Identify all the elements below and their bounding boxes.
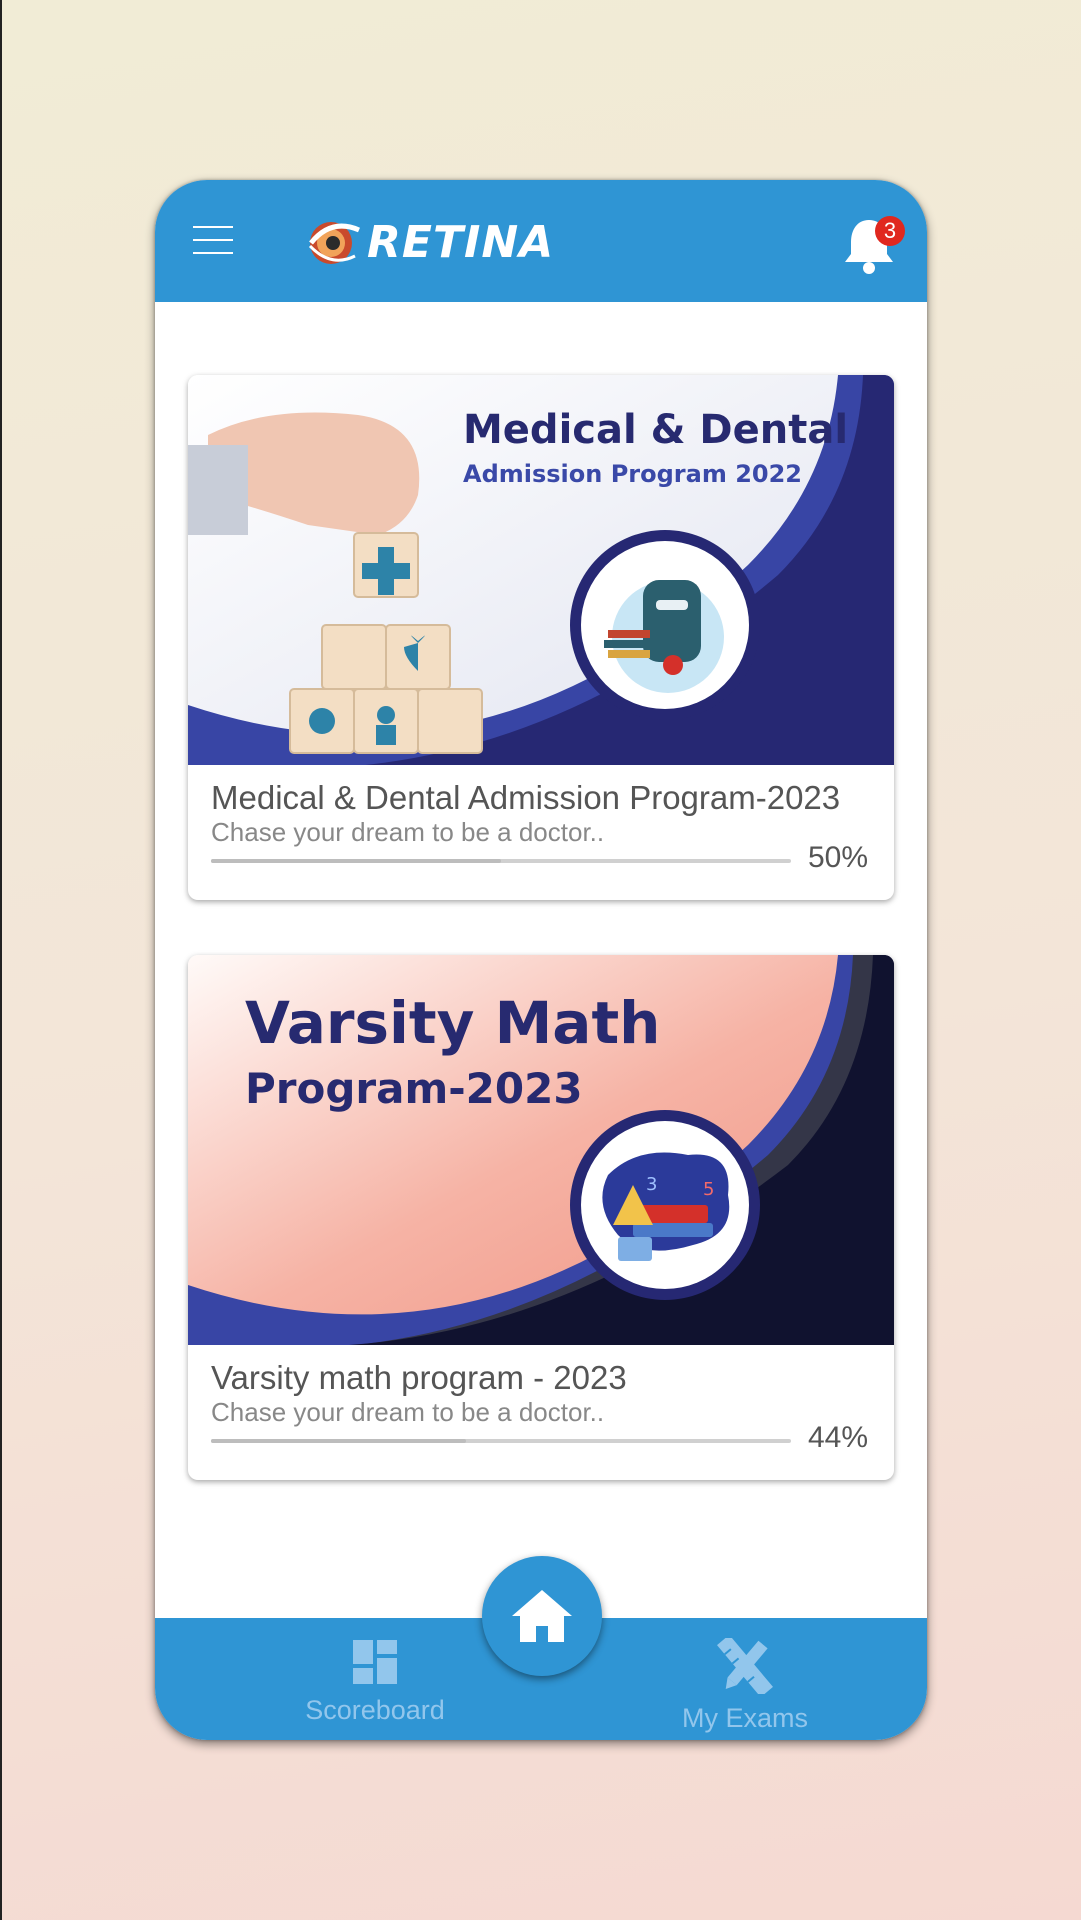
banner-subtitle: Program-2023 [245,1064,583,1113]
course-title: Medical & Dental Admission Program-2023 [211,779,841,816]
home-button[interactable] [482,1556,602,1676]
nav-my-exams-label: My Exams [681,1703,808,1733]
medical-banner-image: Medical & Dental Admission Program 2022 [188,375,894,765]
progress-bar [211,1439,791,1443]
course-subtitle: Chase your dream to be a doctor.. [211,1397,605,1427]
nav-my-exams[interactable]: My Exams [665,1634,825,1734]
progress-bar [211,859,791,863]
progress-fill [211,859,501,863]
hamburger-menu-icon[interactable] [193,226,233,256]
course-card-math[interactable]: Varsity Math Program-2023 3 5 Varsity ma… [188,955,894,1480]
banner-subtitle: Admission Program 2022 [463,460,802,488]
nav-scoreboard-label: Scoreboard [305,1695,445,1725]
math-banner-image: Varsity Math Program-2023 3 5 [188,955,894,1345]
svg-text:3: 3 [646,1174,657,1195]
banner-title: Medical & Dental [463,407,848,453]
eye-logo-icon [308,222,360,264]
dashboard-icon [353,1640,397,1684]
app-header: RETINA 3 [155,180,927,302]
banner-title: Varsity Math [245,989,660,1057]
course-title: Varsity math program - 2023 [211,1359,627,1396]
progress-fill [211,1439,467,1443]
progress-percent: 50% [808,841,869,874]
course-subtitle: Chase your dream to be a doctor.. [211,817,605,847]
logo-text: RETINA [367,216,555,268]
home-icon [512,1590,572,1642]
progress-percent: 44% [808,1421,869,1454]
course-card-medical[interactable]: Medical & Dental Admission Program 2022 … [188,375,894,900]
pencil-ruler-icon [717,1634,773,1698]
phone-frame: RETINA 3 Medical & Dental Admission Prog… [155,180,927,1740]
notification-badge: 3 [875,216,905,246]
screen-edge [0,0,2,1920]
svg-text:5: 5 [703,1179,714,1200]
nav-scoreboard[interactable]: Scoreboard [295,1638,455,1726]
retina-logo: RETINA [305,212,554,272]
